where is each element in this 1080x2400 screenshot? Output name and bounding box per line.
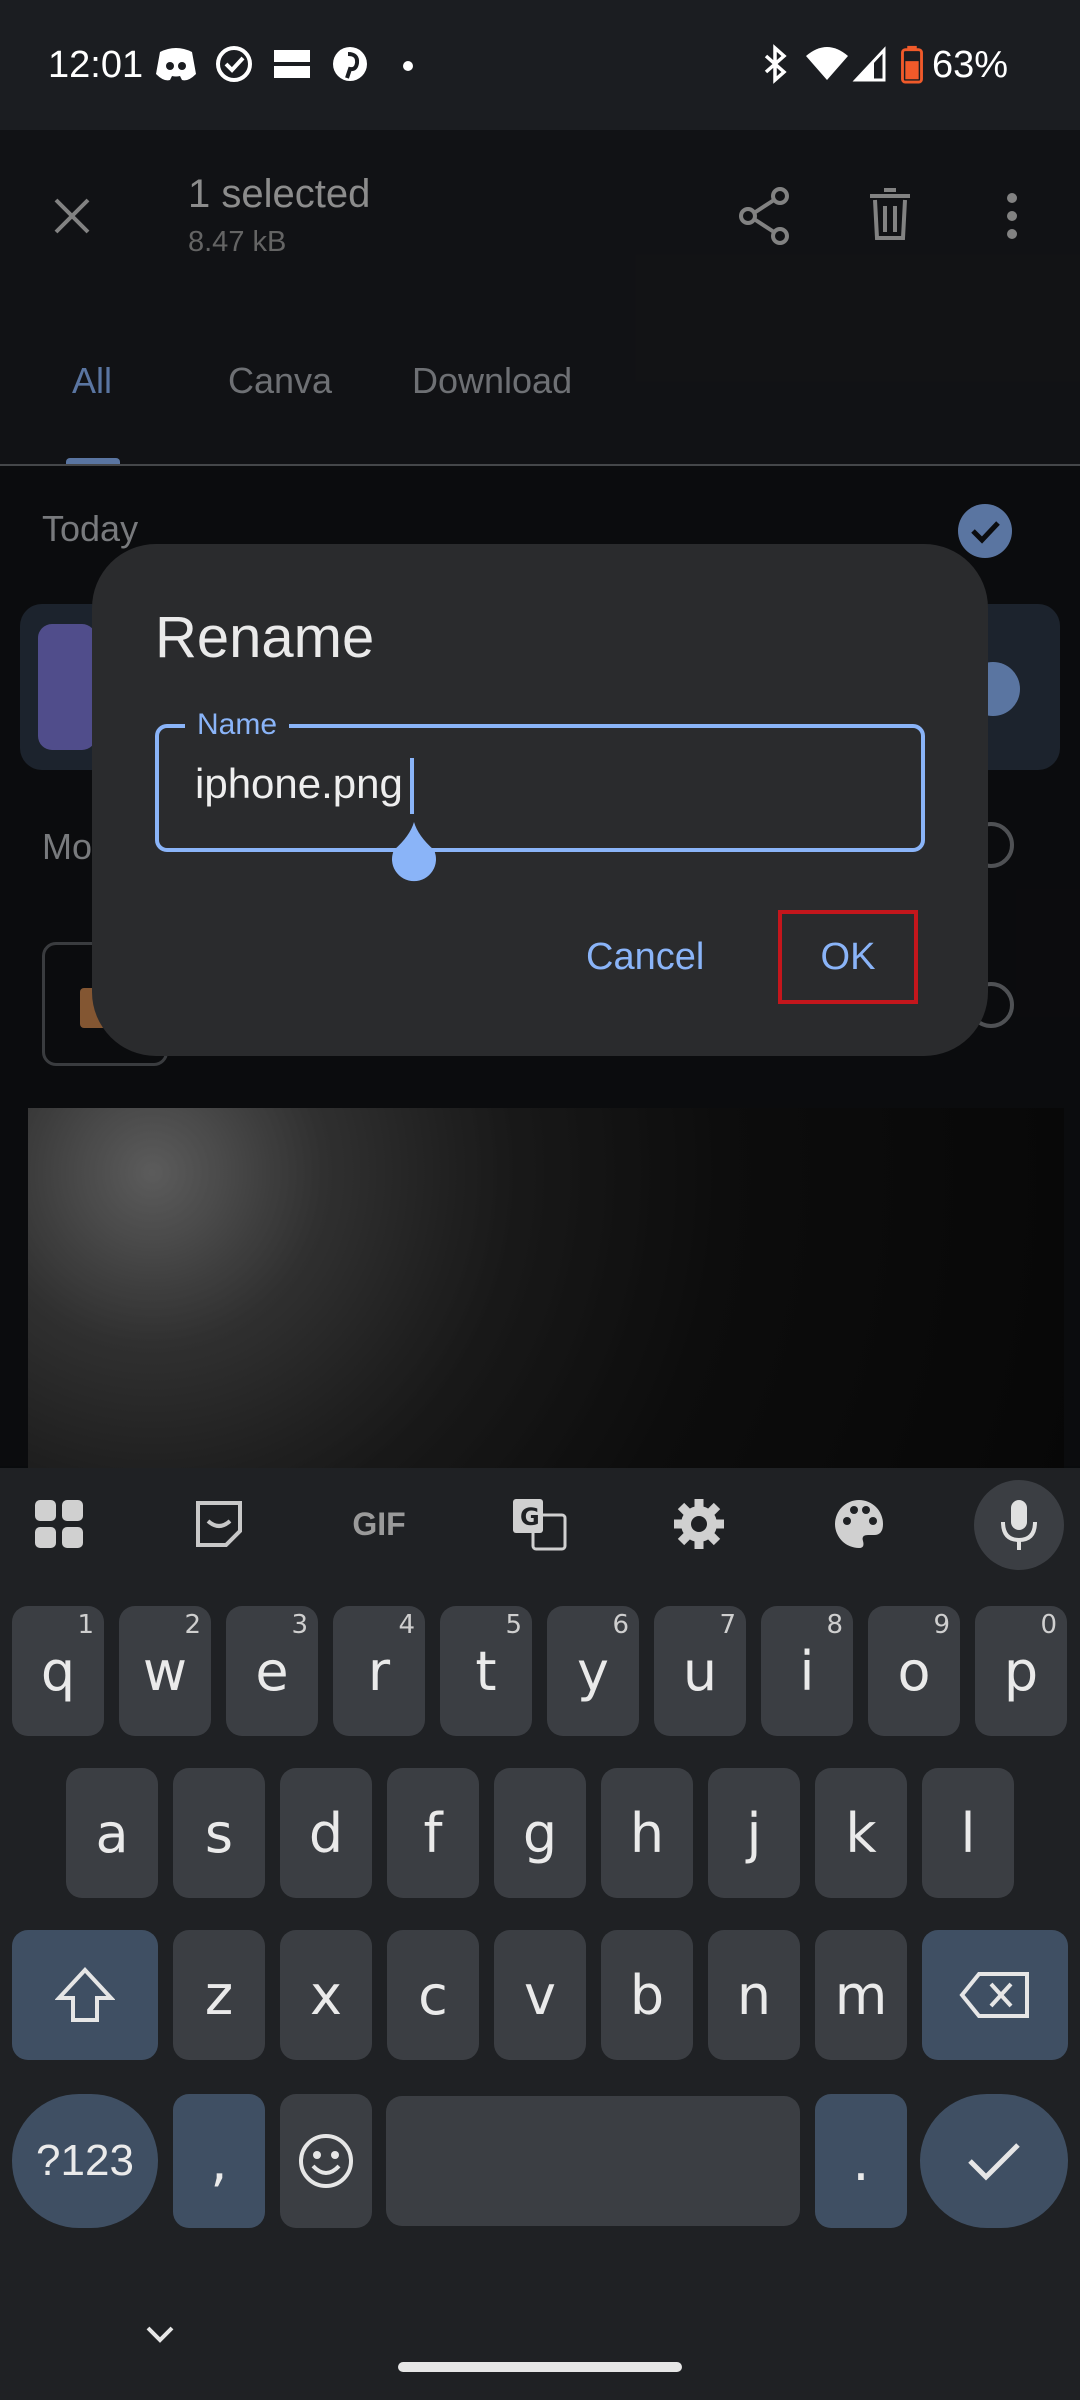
key-hint: 9 xyxy=(933,1610,950,1640)
temu-icon xyxy=(274,50,310,78)
settings-icon[interactable] xyxy=(654,1490,744,1558)
dot-icon xyxy=(403,61,413,71)
space-bar[interactable] xyxy=(386,2096,800,2226)
key-j[interactable]: j xyxy=(708,1768,800,1898)
mic-button[interactable] xyxy=(974,1480,1064,1570)
key-i[interactable]: i8 xyxy=(761,1606,853,1736)
shift-key[interactable] xyxy=(12,1930,158,2060)
key-label: o xyxy=(897,1639,931,1703)
key-a[interactable]: a xyxy=(66,1768,158,1898)
key-hint: 5 xyxy=(505,1610,522,1640)
comma-key[interactable]: , xyxy=(173,2094,265,2228)
backspace-icon xyxy=(959,1972,1029,2018)
key-e[interactable]: e3 xyxy=(226,1606,318,1736)
key-label: y xyxy=(577,1639,609,1703)
key-c[interactable]: c xyxy=(387,1930,479,2060)
key-d[interactable]: d xyxy=(280,1768,372,1898)
period-key[interactable]: . xyxy=(815,2094,907,2228)
check-icon xyxy=(968,2143,1020,2181)
key-g[interactable]: g xyxy=(494,1768,586,1898)
key-f[interactable]: f xyxy=(387,1768,479,1898)
palette-icon[interactable] xyxy=(814,1490,904,1558)
name-input-value[interactable]: iphone.png xyxy=(195,760,403,808)
discord-icon xyxy=(156,48,196,81)
ok-button[interactable]: OK xyxy=(778,910,918,1004)
emoji-key[interactable] xyxy=(280,2094,372,2228)
key-hint: 8 xyxy=(826,1610,843,1640)
key-n[interactable]: n xyxy=(708,1930,800,2060)
key-label: p xyxy=(1003,1639,1039,1703)
shift-icon xyxy=(55,1967,115,2022)
key-t[interactable]: t5 xyxy=(440,1606,532,1736)
enter-key[interactable] xyxy=(920,2094,1068,2228)
key-m[interactable]: m xyxy=(815,1930,907,2060)
cursor-handle-icon[interactable] xyxy=(388,820,440,882)
battery-icon xyxy=(901,45,923,84)
mic-icon xyxy=(1001,1500,1037,1550)
key-hint: 1 xyxy=(77,1610,94,1640)
key-q[interactable]: q1 xyxy=(12,1606,104,1736)
key-hint: 7 xyxy=(719,1610,736,1640)
key-u[interactable]: u7 xyxy=(654,1606,746,1736)
key-hint: 3 xyxy=(291,1610,308,1640)
check-circle-icon xyxy=(216,46,252,82)
apps-grid-icon[interactable] xyxy=(14,1490,104,1558)
key-label: e xyxy=(255,1639,289,1703)
sticker-icon[interactable] xyxy=(174,1490,264,1558)
status-time: 12:01 xyxy=(48,44,144,86)
key-b[interactable]: b xyxy=(601,1930,693,2060)
dialog-title: Rename xyxy=(155,605,375,670)
chevron-down-icon[interactable] xyxy=(140,2320,180,2350)
key-hint: 6 xyxy=(612,1610,629,1640)
key-hint: 2 xyxy=(184,1610,201,1640)
key-x[interactable]: x xyxy=(280,1930,372,2060)
gesture-nav-handle[interactable] xyxy=(398,2362,682,2372)
key-label: i xyxy=(799,1639,815,1703)
text-cursor xyxy=(410,758,414,814)
cancel-button[interactable]: Cancel xyxy=(556,928,734,987)
key-s[interactable]: s xyxy=(173,1768,265,1898)
key-hint: 0 xyxy=(1040,1610,1057,1640)
bluetooth-icon xyxy=(764,44,787,84)
key-l[interactable]: l xyxy=(922,1768,1014,1898)
pinterest-icon xyxy=(333,47,367,81)
translate-icon[interactable]: G xyxy=(494,1490,584,1558)
key-v[interactable]: v xyxy=(494,1930,586,2060)
key-r[interactable]: r4 xyxy=(333,1606,425,1736)
key-label: q xyxy=(40,1639,76,1703)
wifi-icon xyxy=(806,47,848,80)
key-z[interactable]: z xyxy=(173,1930,265,2060)
ok-button-label: OK xyxy=(820,935,876,978)
key-label: r xyxy=(367,1639,391,1703)
key-y[interactable]: y6 xyxy=(547,1606,639,1736)
key-h[interactable]: h xyxy=(601,1768,693,1898)
key-label: t xyxy=(475,1639,497,1703)
key-label: u xyxy=(682,1639,718,1703)
key-label: w xyxy=(142,1639,188,1703)
name-field-label: Name xyxy=(197,708,278,741)
signal-icon xyxy=(852,46,886,82)
symbols-key[interactable]: ?123 xyxy=(12,2094,158,2228)
key-p[interactable]: p0 xyxy=(975,1606,1067,1736)
key-w[interactable]: w2 xyxy=(119,1606,211,1736)
battery-percentage: 63% xyxy=(932,44,1009,86)
gif-icon[interactable]: GIF xyxy=(334,1490,424,1558)
key-hint: 4 xyxy=(398,1610,415,1640)
svg-text:G: G xyxy=(520,1503,540,1531)
key-o[interactable]: o9 xyxy=(868,1606,960,1736)
emoji-icon xyxy=(299,2134,353,2188)
name-field-label-container: Name xyxy=(185,708,290,742)
key-k[interactable]: k xyxy=(815,1768,907,1898)
backspace-key[interactable] xyxy=(922,1930,1068,2060)
